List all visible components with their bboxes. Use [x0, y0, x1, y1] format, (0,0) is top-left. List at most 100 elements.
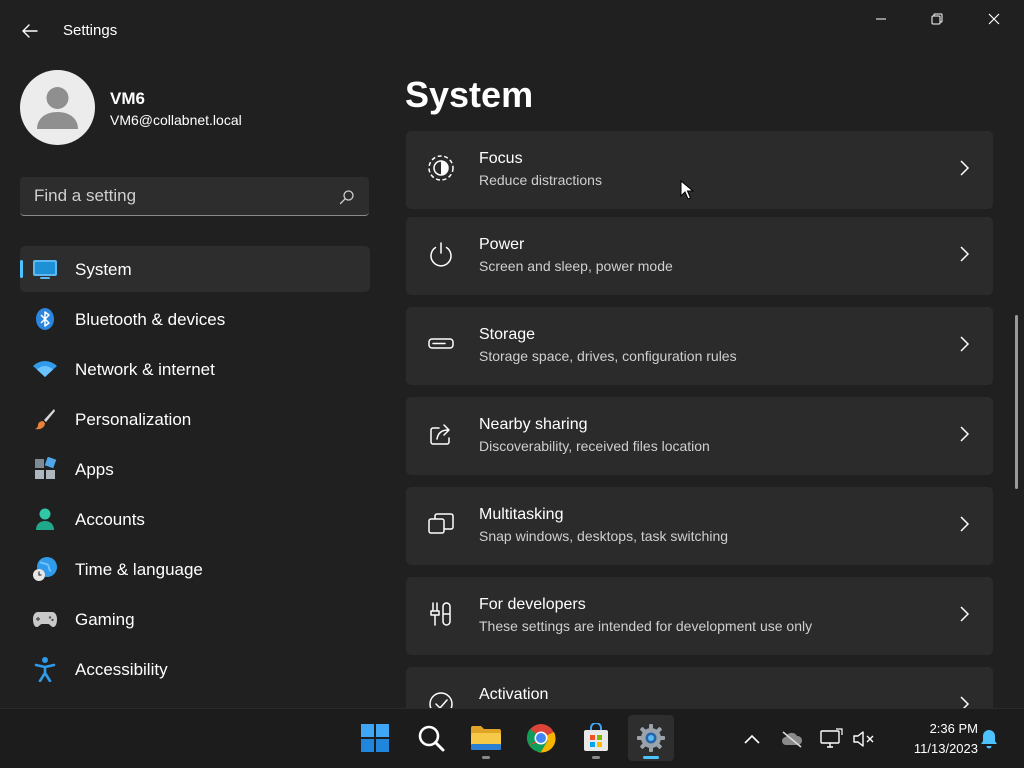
accessibility-icon: [32, 657, 58, 682]
content-scrollbar[interactable]: [1015, 315, 1018, 489]
network-icon: [820, 728, 843, 748]
user-email: VM6@collabnet.local: [110, 112, 242, 128]
sidebar-item-label: Time & language: [75, 560, 203, 579]
sidebar-item-label: Network & internet: [75, 360, 215, 379]
onedrive-offline-icon: [782, 731, 803, 748]
user-name: VM6: [110, 89, 145, 108]
taskbar-start-button[interactable]: [352, 715, 398, 761]
onedrive-tray-button[interactable]: [780, 727, 804, 751]
clock-date: 11/13/2023: [913, 741, 978, 756]
chevron-up-icon: [744, 734, 760, 744]
taskbar-clock[interactable]: 2:36 PM 11/13/2023: [880, 719, 978, 759]
card-power[interactable]: Power Screen and sleep, power mode: [406, 217, 993, 295]
system-icon: [32, 257, 58, 281]
sidebar-item-personalization[interactable]: Personalization: [20, 396, 370, 442]
minimize-icon: [876, 18, 886, 20]
sidebar-item-network[interactable]: Network & internet: [20, 346, 370, 392]
card-nearby-sharing[interactable]: Nearby sharing Discoverability, received…: [406, 397, 993, 475]
settings-list: Focus Reduce distractions Power Screen a…: [406, 131, 993, 708]
card-multitasking[interactable]: Multitasking Snap windows, desktops, tas…: [406, 487, 993, 565]
back-button[interactable]: [14, 16, 46, 46]
card-subtitle: Storage space, drives, configuration rul…: [479, 348, 737, 364]
sidebar-item-label: Accounts: [75, 510, 145, 529]
folder-icon: [471, 726, 501, 750]
paintbrush-icon: [32, 407, 58, 431]
chevron-right-icon: [960, 336, 970, 352]
restore-icon: [931, 13, 943, 25]
chevron-right-icon: [960, 696, 970, 708]
gamepad-icon: [32, 607, 58, 631]
bluetooth-icon: [32, 307, 58, 331]
running-indicator: [482, 756, 490, 759]
sidebar-item-accounts[interactable]: Accounts: [20, 496, 370, 542]
speaker-muted-icon: [853, 731, 874, 747]
taskbar-settings[interactable]: [628, 715, 674, 761]
card-subtitle: These settings are intended for developm…: [479, 618, 813, 634]
sidebar-item-label: Accessibility: [75, 660, 168, 679]
card-subtitle: Discoverability, received files location: [479, 438, 710, 454]
search-input[interactable]: [20, 177, 320, 215]
card-subtitle: Screen and sleep, power mode: [479, 258, 673, 274]
app-title: Settings: [63, 22, 118, 39]
card-title: Activation: [479, 686, 549, 703]
apps-icon: [32, 457, 58, 481]
sidebar-nav: System Bluetooth & devices Network & int…: [20, 246, 370, 696]
power-icon: [426, 239, 456, 269]
mouse-cursor-icon: [680, 180, 694, 200]
card-title: Multitasking: [479, 506, 564, 523]
chevron-right-icon: [960, 160, 970, 176]
sidebar-item-apps[interactable]: Apps: [20, 446, 370, 492]
clock-time: 2:36 PM: [929, 721, 978, 736]
sidebar-item-system[interactable]: System: [20, 246, 370, 292]
sidebar-item-label: Apps: [75, 460, 114, 479]
close-button[interactable]: [969, 4, 1019, 34]
card-activation[interactable]: Activation: [406, 667, 993, 708]
chevron-right-icon: [960, 606, 970, 622]
share-icon: [426, 419, 456, 449]
sidebar-item-accessibility[interactable]: Accessibility: [20, 646, 370, 692]
card-title: For developers: [479, 596, 586, 613]
restore-button[interactable]: [912, 4, 962, 34]
card-title: Power: [479, 236, 525, 253]
developer-tools-icon: [426, 599, 456, 629]
user-profile: VM6 VM6@collabnet.local: [20, 70, 370, 146]
back-arrow-icon: [22, 24, 38, 38]
sidebar-item-time-language[interactable]: Time & language: [20, 546, 370, 592]
running-indicator: [643, 756, 659, 759]
search-box[interactable]: [20, 177, 369, 216]
sidebar-item-label: Gaming: [75, 610, 135, 629]
sidebar-item-label: Bluetooth & devices: [75, 310, 226, 329]
show-hidden-icons-button[interactable]: [740, 727, 764, 751]
card-for-developers[interactable]: For developers These settings are intend…: [406, 577, 993, 655]
card-title: Focus: [479, 150, 523, 167]
notifications-button[interactable]: [977, 727, 1001, 751]
taskbar-search-button[interactable]: [408, 715, 454, 761]
minimize-button[interactable]: [856, 4, 906, 34]
close-icon: [988, 13, 1000, 25]
card-title: Nearby sharing: [479, 416, 588, 433]
taskbar-file-explorer[interactable]: [463, 715, 509, 761]
taskbar-chrome[interactable]: [518, 715, 564, 761]
chrome-icon: [526, 724, 556, 753]
chevron-right-icon: [960, 246, 970, 262]
card-storage[interactable]: Storage Storage space, drives, configura…: [406, 307, 993, 385]
gear-icon: [637, 724, 665, 752]
activation-icon: [426, 689, 456, 708]
chevron-right-icon: [960, 426, 970, 442]
volume-tray-button[interactable]: [852, 727, 876, 751]
windows-start-icon: [361, 724, 389, 752]
search-icon: [418, 725, 445, 752]
sidebar-item-bluetooth[interactable]: Bluetooth & devices: [20, 296, 370, 342]
page-title: System: [405, 74, 534, 115]
time-language-icon: [32, 557, 58, 581]
search-icon: [339, 190, 354, 205]
avatar[interactable]: [20, 70, 95, 145]
sidebar-item-gaming[interactable]: Gaming: [20, 596, 370, 642]
card-focus[interactable]: Focus Reduce distractions: [406, 131, 993, 209]
sidebar-item-label: System: [75, 260, 132, 279]
sidebar-item-label: Personalization: [75, 410, 192, 429]
taskbar: 2:36 PM 11/13/2023: [0, 708, 1024, 768]
network-tray-button[interactable]: [819, 727, 843, 751]
storage-icon: [426, 329, 456, 359]
taskbar-store[interactable]: [573, 715, 619, 761]
